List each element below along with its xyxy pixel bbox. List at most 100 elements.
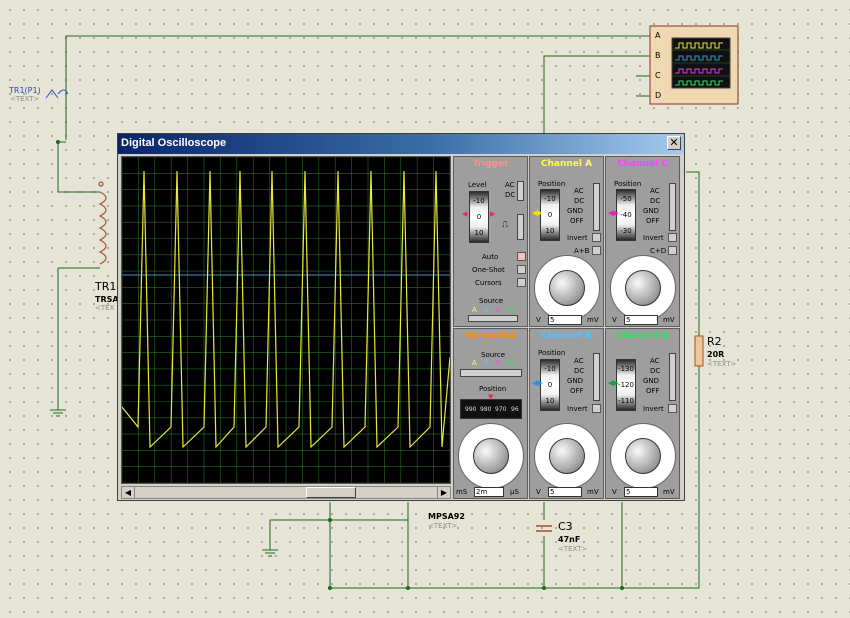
channel-a-title: Channel A	[540, 159, 593, 169]
scroll-left-icon[interactable]: ◀	[122, 487, 135, 498]
channel-b-volts-field[interactable]: 5	[548, 487, 582, 497]
trigger-arrow-left-icon: ◀	[462, 210, 468, 218]
horizontal-timebase-knob[interactable]	[458, 423, 524, 489]
trigger-source-slider[interactable]	[468, 315, 518, 322]
trigger-source-c: C	[496, 306, 501, 314]
horizontal-timebase-field[interactable]: 2m	[474, 487, 504, 497]
channel-d-invert-button[interactable]	[668, 404, 677, 413]
channel-drum-value: -40	[620, 211, 632, 219]
trigger-oneshot-button[interactable]	[517, 265, 526, 274]
window-titlebar[interactable]: Digital Oscilloscope ✕	[118, 134, 684, 154]
channel-a-mode-ac: AC	[574, 187, 584, 195]
channel-c-position-label: Position	[614, 180, 642, 188]
knob-cap	[549, 270, 585, 306]
scope-port-c-label: C	[655, 71, 661, 80]
position-readout-value: 970	[495, 406, 507, 413]
channel-c-mode-ac: AC	[650, 187, 660, 195]
knob-cap	[549, 438, 585, 474]
knob-cap	[473, 438, 509, 474]
channel-d-volts-field[interactable]: 5	[624, 487, 658, 497]
tr1p1-ref-label: TR1(P1)	[9, 86, 41, 95]
channel-c-volts-knob[interactable]	[610, 255, 676, 321]
horizontal-source-c: C	[496, 359, 501, 367]
channel-a-coupling-switch[interactable]	[593, 183, 600, 231]
channel-d-mode-off: OFF	[646, 387, 660, 395]
channel-d-mode-ac: AC	[650, 357, 660, 365]
horizontal-position-readout[interactable]: 990 980 970 96	[460, 399, 522, 419]
channel-d-mode-dc: DC	[650, 367, 661, 375]
channel-c-invert-button[interactable]	[668, 233, 677, 242]
channel-a-volts-knob[interactable]	[534, 255, 600, 321]
scroll-right-icon[interactable]: ▶	[437, 487, 450, 498]
channel-b-volts-knob[interactable]	[534, 423, 600, 489]
channel-a-invert-button[interactable]	[592, 233, 601, 242]
trigger-drum-value: 0	[476, 213, 482, 221]
horizontal-panel: Horizontal Source A B C D Position 990 9…	[453, 328, 528, 499]
channel-d-left-unit: V	[612, 488, 617, 496]
scope-waveform-display	[121, 156, 451, 484]
channel-a-volts-field[interactable]: 5	[548, 315, 582, 325]
channel-d-volts-knob[interactable]	[610, 423, 676, 489]
position-readout-value: 990	[465, 406, 477, 413]
channel-a-mode-dc: DC	[574, 197, 585, 205]
channel-b-left-unit: V	[536, 488, 541, 496]
probe-tr1p1-icon[interactable]	[45, 89, 69, 99]
display-horizontal-scrollbar[interactable]: ◀ ▶	[121, 486, 451, 499]
trigger-source-label: Source	[479, 297, 504, 305]
knob-cap	[625, 270, 661, 306]
knob-cap	[625, 438, 661, 474]
channel-b-title: Channel B	[540, 331, 593, 341]
channel-drum-value: -10	[544, 365, 556, 373]
trigger-cursors-button[interactable]	[517, 278, 526, 287]
horizontal-source-slider[interactable]	[460, 369, 522, 377]
capacitor-c3[interactable]	[536, 525, 552, 532]
channel-c-invert-label: Invert	[643, 234, 664, 242]
trigger-arrow-right-icon: ▶	[490, 210, 496, 218]
horizontal-right-unit: µS	[510, 488, 519, 496]
trigger-drum-value: 10	[474, 229, 484, 237]
oscilloscope-window[interactable]: Digital Oscilloscope ✕ ◀ ▶ Trigger Level…	[117, 133, 685, 501]
channel-a-invert-label: Invert	[567, 234, 588, 242]
channel-b-right-unit: mV	[587, 488, 599, 496]
position-readout-value: 96	[511, 406, 519, 413]
close-button[interactable]: ✕	[667, 136, 681, 150]
trigger-auto-label: Auto	[482, 253, 499, 261]
channel-b-mode-off: OFF	[570, 387, 584, 395]
ground-bottom-symbol	[262, 549, 278, 557]
channel-a-combine-button[interactable]	[592, 246, 601, 255]
channel-c-combine-button[interactable]	[668, 246, 677, 255]
channel-c-coupling-switch[interactable]	[669, 183, 676, 231]
trigger-level-drum[interactable]: -10 0 10	[469, 191, 489, 243]
horizontal-position-marker-icon: ▼	[488, 393, 494, 401]
channel-a-position-drum[interactable]: -10 0 10	[540, 189, 560, 241]
scope-display[interactable]	[121, 156, 451, 484]
c3-value-label: 47nF	[558, 535, 581, 544]
resistor-r2[interactable]	[694, 335, 704, 367]
close-icon: ✕	[669, 136, 679, 149]
trigger-dc-label: DC	[505, 191, 516, 199]
channel-d-position-drum[interactable]: -130 -120 -110	[616, 359, 636, 411]
channel-d-coupling-switch[interactable]	[669, 353, 676, 401]
horizontal-source-label: Source	[481, 351, 506, 359]
trigger-oneshot-label: One-Shot	[472, 266, 505, 274]
channel-c-volts-field[interactable]: 5	[624, 315, 658, 325]
channel-b-invert-button[interactable]	[592, 404, 601, 413]
tr1-text-label: <TEX	[95, 304, 115, 312]
scope-port-a-label: A	[655, 31, 661, 40]
horizontal-source-d: D	[508, 359, 514, 367]
channel-a-right-unit: mV	[587, 316, 599, 324]
trigger-coupling-switch[interactable]	[517, 181, 524, 201]
trigger-auto-button[interactable]	[517, 252, 526, 261]
channel-drum-value: -120	[618, 381, 634, 389]
scroll-thumb[interactable]	[306, 487, 356, 498]
oscilloscope-instrument-symbol[interactable]	[649, 25, 739, 105]
channel-a-left-unit: V	[536, 316, 541, 324]
horizontal-title: Horizontal	[464, 331, 517, 341]
channel-c-position-drum[interactable]: -50 -40 -30	[616, 189, 636, 241]
transformer-coil	[98, 181, 107, 265]
channel-b-coupling-switch[interactable]	[593, 353, 600, 401]
trigger-edge-switch[interactable]	[517, 214, 524, 240]
trigger-title: Trigger	[472, 159, 509, 169]
channel-c-arrow-icon: ◀▶	[608, 209, 619, 217]
channel-b-position-drum[interactable]: -10 0 10	[540, 359, 560, 411]
